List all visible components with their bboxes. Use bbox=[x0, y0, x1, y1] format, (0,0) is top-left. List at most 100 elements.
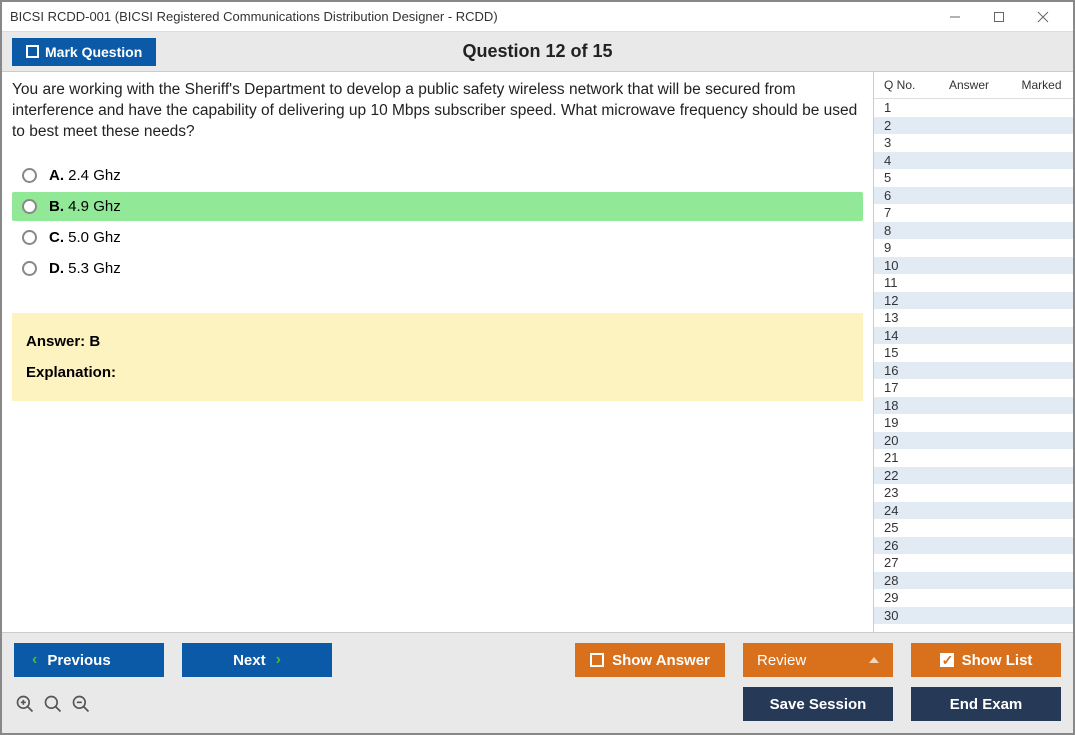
question-number: 24 bbox=[884, 503, 898, 518]
question-number: 8 bbox=[884, 223, 891, 238]
question-list-row[interactable]: 23 bbox=[874, 484, 1073, 502]
question-number: 19 bbox=[884, 415, 898, 430]
show-list-button[interactable]: Show List bbox=[911, 643, 1061, 677]
checkbox-icon bbox=[26, 45, 39, 58]
question-text: You are working with the Sheriff's Depar… bbox=[12, 80, 863, 143]
question-number: 2 bbox=[884, 118, 891, 133]
radio-icon[interactable] bbox=[22, 199, 37, 214]
question-number: 7 bbox=[884, 205, 891, 220]
question-list-row[interactable]: 9 bbox=[874, 239, 1073, 257]
question-list-row[interactable]: 7 bbox=[874, 204, 1073, 222]
question-number: 1 bbox=[884, 100, 891, 115]
show-answer-button[interactable]: Show Answer bbox=[575, 643, 725, 677]
chevron-right-icon: › bbox=[276, 651, 281, 669]
question-list-row[interactable]: 20 bbox=[874, 432, 1073, 450]
save-session-button[interactable]: Save Session bbox=[743, 687, 893, 721]
zoom-in-icon bbox=[15, 694, 35, 714]
question-list-row[interactable]: 17 bbox=[874, 379, 1073, 397]
zoom-in-button[interactable] bbox=[14, 693, 36, 715]
minimize-icon bbox=[949, 11, 961, 23]
question-list-header: Q No. Answer Marked bbox=[874, 72, 1073, 99]
question-counter: Question 12 of 15 bbox=[462, 41, 612, 62]
question-number: 4 bbox=[884, 153, 891, 168]
question-list-row[interactable]: 8 bbox=[874, 222, 1073, 240]
question-number: 9 bbox=[884, 240, 891, 255]
question-list-row[interactable]: 1 bbox=[874, 99, 1073, 117]
review-button[interactable]: Review bbox=[743, 643, 893, 677]
mark-question-button[interactable]: Mark Question bbox=[12, 38, 156, 66]
app-window: BICSI RCDD-001 (BICSI Registered Communi… bbox=[0, 0, 1075, 735]
question-number: 17 bbox=[884, 380, 898, 395]
review-label: Review bbox=[757, 652, 806, 669]
question-list-row[interactable]: 11 bbox=[874, 274, 1073, 292]
question-list-row[interactable]: 19 bbox=[874, 414, 1073, 432]
zoom-out-icon bbox=[71, 694, 91, 714]
end-exam-button[interactable]: End Exam bbox=[911, 687, 1061, 721]
maximize-button[interactable] bbox=[977, 3, 1021, 31]
option-row[interactable]: B. 4.9 Ghz bbox=[12, 192, 863, 221]
question-number: 18 bbox=[884, 398, 898, 413]
col-answer: Answer bbox=[924, 78, 1014, 92]
question-list-row[interactable]: 5 bbox=[874, 169, 1073, 187]
question-list[interactable]: 1234567891011121314151617181920212223242… bbox=[874, 99, 1073, 632]
show-list-label: Show List bbox=[962, 652, 1033, 669]
question-number: 6 bbox=[884, 188, 891, 203]
col-marked: Marked bbox=[1014, 78, 1069, 92]
option-row[interactable]: D. 5.3 Ghz bbox=[12, 254, 863, 283]
question-list-row[interactable]: 21 bbox=[874, 449, 1073, 467]
question-list-row[interactable]: 24 bbox=[874, 502, 1073, 520]
question-number: 28 bbox=[884, 573, 898, 588]
question-number: 21 bbox=[884, 450, 898, 465]
checkbox-checked-icon bbox=[940, 653, 954, 667]
question-list-row[interactable]: 28 bbox=[874, 572, 1073, 590]
next-label: Next bbox=[233, 652, 266, 669]
option-label: C. 5.0 Ghz bbox=[49, 229, 121, 246]
save-session-label: Save Session bbox=[770, 696, 867, 713]
question-number: 22 bbox=[884, 468, 898, 483]
option-row[interactable]: C. 5.0 Ghz bbox=[12, 223, 863, 252]
question-list-row[interactable]: 26 bbox=[874, 537, 1073, 555]
options-list: A. 2.4 GhzB. 4.9 Ghz C. 5.0 Ghz D. 5.3 Ghz bbox=[12, 161, 863, 283]
option-row[interactable]: A. 2.4 Ghz bbox=[12, 161, 863, 190]
zoom-out-button[interactable] bbox=[70, 693, 92, 715]
question-list-row[interactable]: 29 bbox=[874, 589, 1073, 607]
question-list-row[interactable]: 16 bbox=[874, 362, 1073, 380]
question-list-row[interactable]: 2 bbox=[874, 117, 1073, 135]
question-list-panel: Q No. Answer Marked 12345678910111213141… bbox=[873, 72, 1073, 632]
question-number: 5 bbox=[884, 170, 891, 185]
question-list-row[interactable]: 3 bbox=[874, 134, 1073, 152]
question-number: 13 bbox=[884, 310, 898, 325]
question-list-row[interactable]: 13 bbox=[874, 309, 1073, 327]
question-list-row[interactable]: 4 bbox=[874, 152, 1073, 170]
previous-button[interactable]: ‹ Previous bbox=[14, 643, 164, 677]
question-number: 23 bbox=[884, 485, 898, 500]
header-bar: Mark Question Question 12 of 15 bbox=[2, 32, 1073, 72]
question-number: 30 bbox=[884, 608, 898, 623]
radio-icon[interactable] bbox=[22, 230, 37, 245]
answer-panel: Answer: B Explanation: bbox=[12, 313, 863, 401]
question-list-row[interactable]: 18 bbox=[874, 397, 1073, 415]
question-list-row[interactable]: 27 bbox=[874, 554, 1073, 572]
question-list-row[interactable]: 15 bbox=[874, 344, 1073, 362]
minimize-button[interactable] bbox=[933, 3, 977, 31]
question-list-row[interactable]: 6 bbox=[874, 187, 1073, 205]
radio-icon[interactable] bbox=[22, 261, 37, 276]
question-number: 12 bbox=[884, 293, 898, 308]
question-list-row[interactable]: 30 bbox=[874, 607, 1073, 625]
question-list-row[interactable]: 14 bbox=[874, 327, 1073, 345]
question-list-row[interactable]: 10 bbox=[874, 257, 1073, 275]
question-number: 26 bbox=[884, 538, 898, 553]
previous-label: Previous bbox=[47, 652, 110, 669]
question-list-row[interactable]: 25 bbox=[874, 519, 1073, 537]
next-button[interactable]: Next › bbox=[182, 643, 332, 677]
checkbox-icon bbox=[590, 653, 604, 667]
explanation-label: Explanation: bbox=[26, 364, 849, 381]
question-list-row[interactable]: 22 bbox=[874, 467, 1073, 485]
zoom-button[interactable] bbox=[42, 693, 64, 715]
question-list-row[interactable]: 12 bbox=[874, 292, 1073, 310]
radio-icon[interactable] bbox=[22, 168, 37, 183]
close-button[interactable] bbox=[1021, 3, 1065, 31]
question-number: 25 bbox=[884, 520, 898, 535]
window-controls bbox=[933, 3, 1065, 31]
question-number: 11 bbox=[884, 275, 898, 290]
